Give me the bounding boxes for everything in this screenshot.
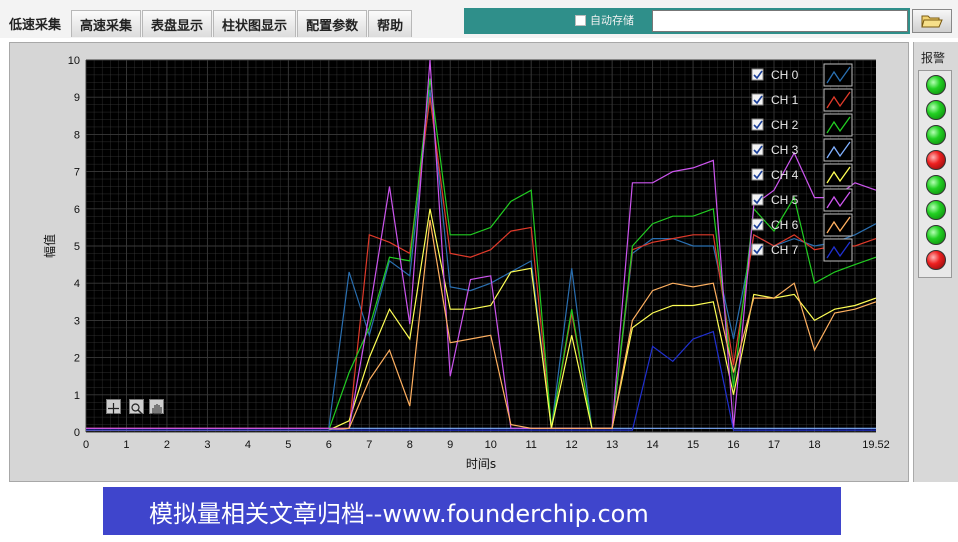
x-tick-label: 16 <box>727 439 739 451</box>
x-axis-label: 时间s <box>466 457 496 471</box>
y-tick-label: 10 <box>68 55 80 67</box>
alarm-led-5 <box>926 200 946 220</box>
hand-pan-icon[interactable] <box>149 399 164 415</box>
alarm-led-7 <box>926 250 946 270</box>
alarm-led-2 <box>926 125 946 145</box>
x-tick-label: 4 <box>245 439 251 451</box>
x-tick-label: 10 <box>485 439 497 451</box>
y-axis-label: 幅值 <box>42 234 57 258</box>
x-tick-label: 8 <box>407 439 413 451</box>
legend-label-7: CH 7 <box>771 243 799 257</box>
zoom-icon[interactable] <box>129 399 144 415</box>
legend-label-3: CH 3 <box>771 143 799 157</box>
waveform-chart: 0 1 2 3 4 5 6 7 8 9 10 11 12 13 14 15 16 17 18 19.520123456… <box>42 55 890 471</box>
x-tick-label: 14 <box>646 439 658 451</box>
y-tick-label: 1 <box>74 390 80 402</box>
y-tick-label: 4 <box>74 278 80 290</box>
legend-label-5: CH 5 <box>771 193 799 207</box>
y-tick-label: 9 <box>74 92 80 104</box>
alarm-led-1 <box>926 100 946 120</box>
alarm-title: 报警 <box>921 51 946 65</box>
y-tick-label: 2 <box>74 353 80 365</box>
x-tick-label: 19.52 <box>862 439 890 451</box>
x-tick-label: 0 <box>83 439 89 451</box>
legend-swatch-7 <box>823 238 853 262</box>
x-tick-label: 9 <box>447 439 453 451</box>
legend-swatch-3 <box>823 138 853 162</box>
alarm-led-4 <box>926 175 946 195</box>
alarm-led-column <box>918 70 952 278</box>
y-tick-label: 8 <box>74 129 80 141</box>
y-tick-label: 0 <box>74 427 80 439</box>
legend-swatch-5 <box>823 188 853 212</box>
x-tick-label: 6 <box>326 439 332 451</box>
x-tick-label: 7 <box>366 439 372 451</box>
legend-swatch-4 <box>823 163 853 187</box>
watermark-banner: 模拟量相关文章归档--www.founderchip.com <box>103 487 841 535</box>
legend-label-1: CH 1 <box>771 93 799 107</box>
alarm-led-0 <box>926 75 946 95</box>
legend-swatch-1 <box>823 88 853 112</box>
legend-label-2: CH 2 <box>771 118 799 132</box>
y-tick-label: 6 <box>74 204 80 216</box>
x-tick-label: 3 <box>204 439 210 451</box>
legend-swatch-2 <box>823 113 853 137</box>
legend-label-4: CH 4 <box>771 168 799 182</box>
x-tick-label: 13 <box>606 439 618 451</box>
x-tick-label: 12 <box>566 439 578 451</box>
x-tick-label: 18 <box>808 439 820 451</box>
x-tick-label: 1 <box>123 439 129 451</box>
legend-label-0: CH 0 <box>771 68 799 82</box>
legend-swatch-0 <box>823 63 853 87</box>
x-tick-label: 5 <box>285 439 291 451</box>
y-tick-label: 5 <box>74 241 80 253</box>
crosshair-icon[interactable] <box>106 399 121 414</box>
y-tick-label: 7 <box>74 167 80 179</box>
x-tick-label: 2 <box>164 439 170 451</box>
legend-label-6: CH 6 <box>771 218 799 232</box>
x-tick-label: 11 <box>525 439 536 451</box>
x-tick-label: 15 <box>687 439 699 451</box>
legend-swatch-6 <box>823 213 853 237</box>
alarm-led-6 <box>926 225 946 245</box>
alarm-led-3 <box>926 150 946 170</box>
y-tick-label: 3 <box>74 315 80 327</box>
x-tick-label: 17 <box>768 439 780 451</box>
